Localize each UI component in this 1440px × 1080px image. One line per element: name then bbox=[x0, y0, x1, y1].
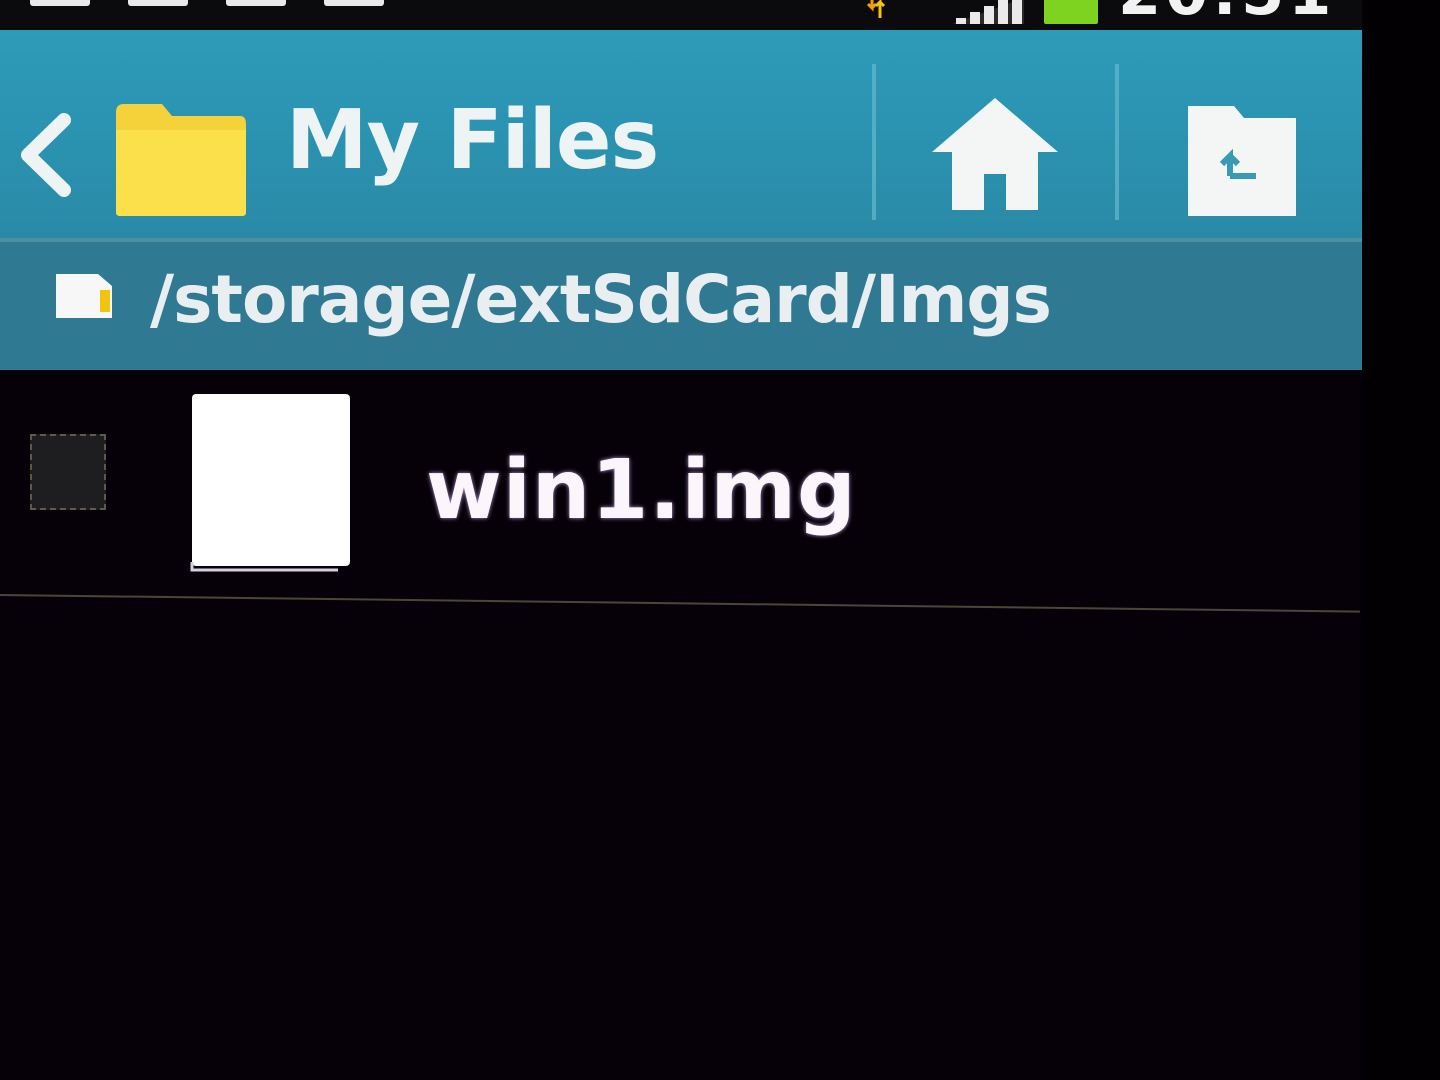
notification-icon bbox=[226, 0, 286, 6]
action-divider bbox=[872, 64, 876, 220]
path-bar: /storage/extSdCard/Imgs bbox=[0, 238, 1362, 370]
sd-card-icon bbox=[56, 274, 112, 318]
status-bar: 20:51 bbox=[0, 0, 1362, 30]
device-bezel bbox=[1362, 0, 1440, 1080]
file-checkbox[interactable] bbox=[30, 434, 106, 510]
action-divider bbox=[1115, 64, 1119, 220]
notification-icon bbox=[30, 0, 90, 6]
action-bar: My Files bbox=[0, 30, 1362, 238]
notification-icons bbox=[30, 0, 384, 6]
signal-bars-icon bbox=[952, 0, 1024, 24]
battery-icon bbox=[1044, 0, 1098, 24]
folder-icon bbox=[116, 104, 246, 216]
file-name: win1.img bbox=[426, 443, 857, 538]
notification-icon bbox=[128, 0, 188, 6]
sync-arrows-icon bbox=[866, 0, 886, 18]
status-clock: 20:51 bbox=[1118, 0, 1335, 24]
folder-up-icon[interactable] bbox=[1174, 94, 1310, 222]
file-icon bbox=[190, 394, 350, 572]
current-path[interactable]: /storage/extSdCard/Imgs bbox=[150, 260, 1052, 339]
app-title: My Files bbox=[286, 93, 659, 188]
list-item[interactable]: win1.img bbox=[0, 376, 1362, 604]
chevron-left-icon[interactable] bbox=[16, 112, 76, 198]
notification-icon bbox=[324, 0, 384, 6]
phone-screen: 20:51 My Files /storage/extSdCard/Imgs bbox=[0, 0, 1362, 1080]
home-icon[interactable] bbox=[930, 94, 1060, 214]
